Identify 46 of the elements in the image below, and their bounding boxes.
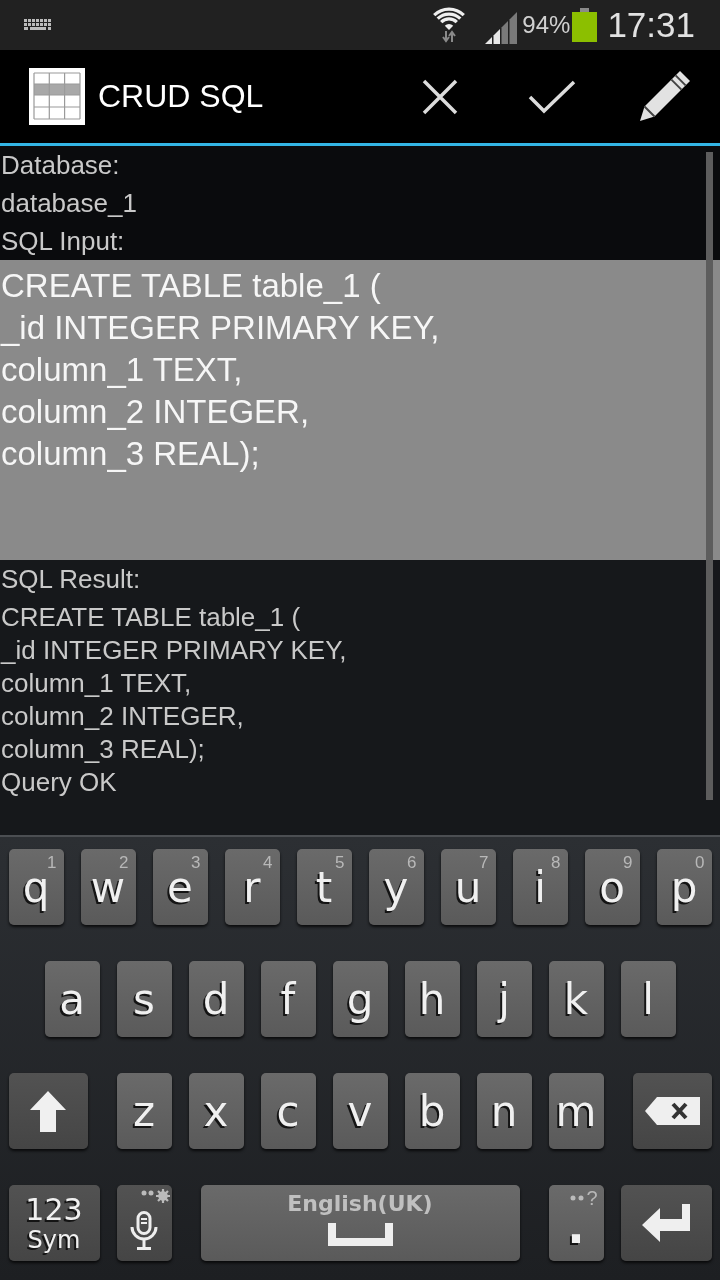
clock-time: 17:31 [607,5,695,45]
app-title: CRUD SQL [98,78,265,115]
enter-key[interactable] [620,1185,712,1261]
dots-icon [570,1195,585,1201]
space-key[interactable]: English(UK) [200,1185,520,1261]
database-name: database_1 [0,187,137,220]
letter-key[interactable]: h [404,961,460,1037]
letter-key[interactable]: s [116,961,172,1037]
letter-key[interactable]: n [476,1073,532,1149]
letter-key[interactable]: x [188,1073,244,1149]
letter-key[interactable]: c [260,1073,316,1149]
letter-key[interactable]: v [332,1073,388,1149]
letter-key[interactable]: l [620,961,676,1037]
shift-key[interactable] [8,1073,88,1149]
check-icon [528,78,576,115]
symbols-key[interactable]: 123 Sym [8,1185,100,1261]
sql-input-label: SQL Input: [0,225,125,258]
enter-arrow-icon [642,1204,690,1242]
close-icon [422,78,458,115]
sql-result-label: SQL Result: [0,563,141,596]
microphone-icon [129,1210,159,1250]
letter-key[interactable]: g [332,961,388,1037]
period-key[interactable]: .? [548,1185,604,1261]
database-label: Database: [0,149,120,182]
letter-key[interactable]: k [548,961,604,1037]
backspace-icon [644,1097,700,1125]
up-arrow-icon [30,1090,66,1132]
signal-icon [485,12,518,44]
table-icon [29,68,85,125]
letter-key[interactable]: z [116,1073,172,1149]
sql-result-text: CREATE TABLE table_1 ( _id INTEGER PRIMARY KEY, column_1 TEXT, column_2 INTEGER, column_3 REAL); Query OK [0,601,347,799]
voice-input-key[interactable] [116,1185,172,1261]
keyboard-icon [24,18,52,32]
letter-key[interactable]: d [188,961,244,1037]
sql-input-field[interactable]: CREATE TABLE table_1 ( _id INTEGER PRIMARY KEY, column_1 TEXT, column_2 INTEGER, column_3 REAL); [0,260,720,560]
battery-icon [572,8,598,42]
dots-gear-icon [140,1188,171,1204]
backspace-key[interactable] [632,1073,712,1149]
letter-key[interactable]: b [404,1073,460,1149]
letter-key[interactable]: f [260,961,316,1037]
space-bar-icon [327,1223,393,1246]
letter-key[interactable]: j [476,961,532,1037]
letter-key[interactable]: a [44,961,100,1037]
pencil-icon [638,70,690,123]
battery-percentage: 94% [522,11,571,39]
letter-key[interactable]: m [548,1073,604,1149]
